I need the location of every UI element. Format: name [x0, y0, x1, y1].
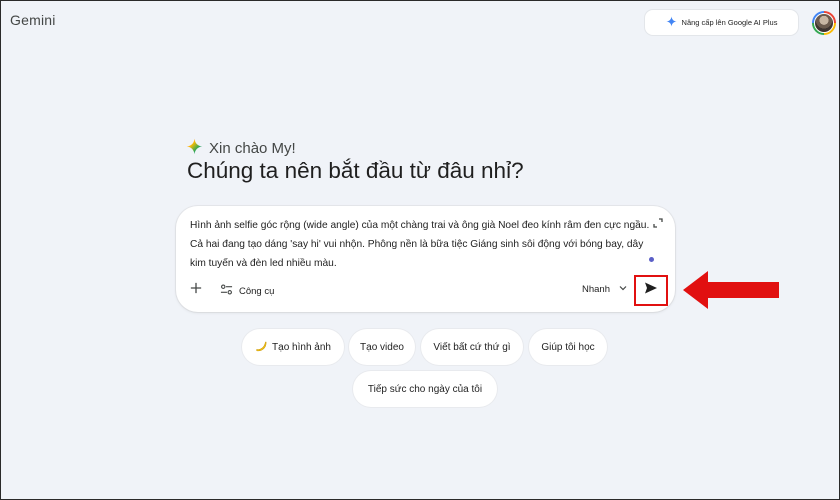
add-file-button[interactable]: [188, 282, 204, 298]
tools-icon: [220, 283, 233, 299]
mode-label: Nhanh: [582, 284, 610, 295]
chip-label: Tạo video: [360, 341, 404, 353]
expand-icon[interactable]: [653, 215, 663, 228]
send-icon: [644, 281, 658, 300]
chip-help-me-learn[interactable]: Giúp tôi học: [529, 329, 607, 365]
banana-icon: [255, 340, 267, 355]
upgrade-label: Nâng cấp lên Google AI Plus: [681, 18, 778, 27]
prompt-input[interactable]: Hình ảnh selfie góc rộng (wide angle) củ…: [190, 216, 652, 273]
red-arrow-annotation: [683, 271, 779, 309]
status-dot: [649, 257, 654, 262]
greeting: Xin chào My!: [186, 138, 296, 159]
plus-icon: [190, 281, 202, 299]
tools-button[interactable]: Công cụ: [220, 283, 274, 299]
send-button[interactable]: [634, 275, 668, 306]
greeting-text: Xin chào My!: [209, 140, 296, 157]
gemini-sparkle-icon: [186, 138, 203, 159]
chip-label: Viết bất cứ thứ gì: [433, 341, 511, 353]
chip-label: Giúp tôi học: [541, 341, 595, 353]
chip-create-video[interactable]: Tạo video: [349, 329, 415, 365]
upgrade-button[interactable]: Nâng cấp lên Google AI Plus: [645, 10, 798, 35]
chip-label: Tạo hình ảnh: [272, 341, 331, 353]
page-title: Chúng ta nên bắt đầu từ đâu nhỉ?: [187, 158, 524, 183]
chip-create-image[interactable]: Tạo hình ảnh: [242, 329, 344, 365]
chip-boost-my-day[interactable]: Tiếp sức cho ngày của tôi: [353, 371, 497, 407]
brand-title[interactable]: Gemini: [10, 12, 56, 28]
tools-label: Công cụ: [239, 285, 275, 297]
chip-write-anything[interactable]: Viết bất cứ thứ gì: [421, 329, 523, 365]
avatar[interactable]: [812, 11, 836, 35]
prompt-composer: Hình ảnh selfie góc rộng (wide angle) củ…: [176, 206, 675, 312]
sparkle-icon: [666, 16, 677, 29]
chevron-down-icon: [619, 284, 627, 295]
mode-selector[interactable]: Nhanh: [582, 284, 627, 295]
chip-label: Tiếp sức cho ngày của tôi: [367, 383, 483, 395]
